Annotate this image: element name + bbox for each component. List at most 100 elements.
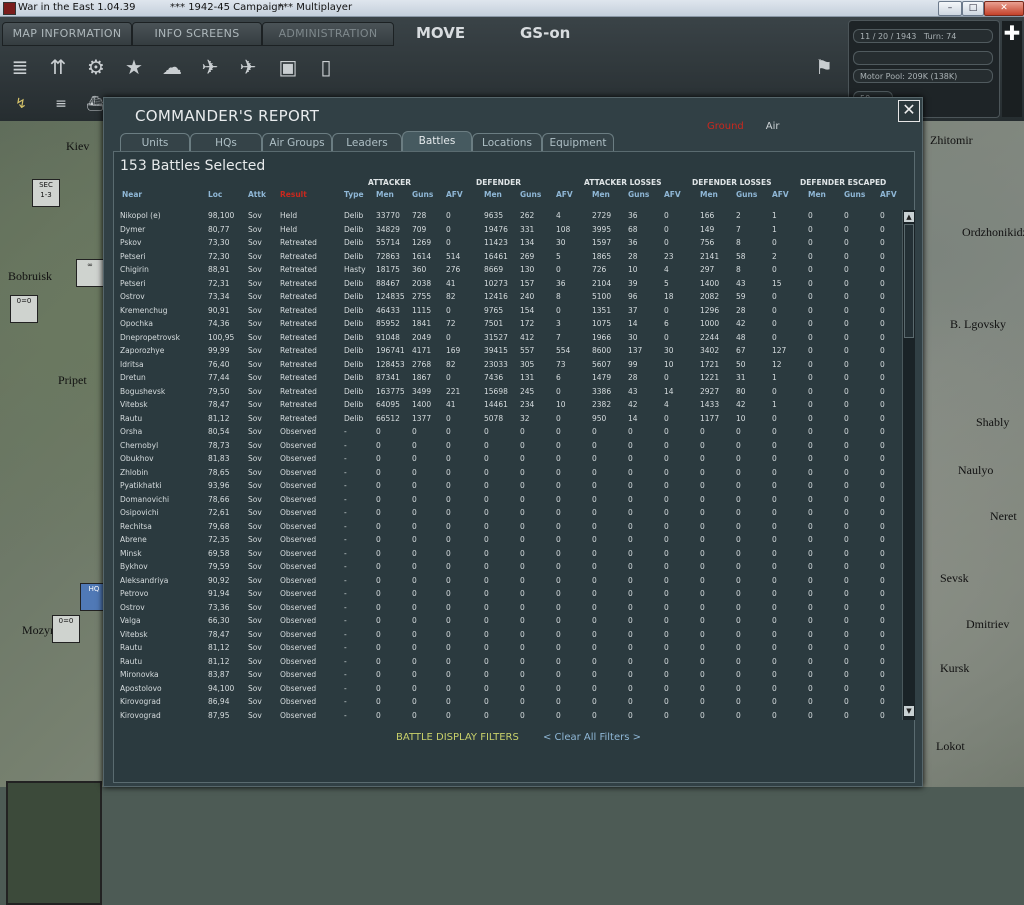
column-header-def-men[interactable]: Men <box>484 190 502 199</box>
table-row[interactable]: Rautu 81,12 Sov Retreated Delib 66512 1377 0 507… <box>114 412 904 426</box>
gear-icon[interactable]: ⚙ <box>80 51 112 83</box>
gs-toggle-button[interactable]: GS-on <box>520 22 570 44</box>
scroll-thumb[interactable] <box>904 224 914 338</box>
table-row[interactable]: Kirovograd 86,94 Sov Observed - 0 0 0 0 0 0 0 0 0 0 0 0 0… <box>114 695 904 709</box>
rail-icon[interactable]: ≡ <box>46 91 76 117</box>
column-header-defl-men[interactable]: Men <box>700 190 718 199</box>
cell-att-guns: 0 <box>412 481 417 490</box>
table-row[interactable]: Dretun 77,44 Sov Retreated Delib 87341 1867 0 74… <box>114 371 904 385</box>
table-row[interactable]: Obukhov 81,83 Sov Observed - 0 0 0 0 0 0 0 0 0 0 0 0 0 0 0 <box>114 452 904 466</box>
table-row[interactable]: Nikopol (e) 98,100 Sov Held Delib 33770 728 0 96… <box>114 209 904 223</box>
table-row[interactable]: Kremenchug 90,91 Sov Retreated Delib 46433 111… <box>114 304 904 318</box>
column-header-att-men[interactable]: Men <box>376 190 394 199</box>
air-missions-icon[interactable]: ✈ <box>194 51 226 83</box>
table-row[interactable]: Zaporozhye 99,99 Sov Retreated Delib 196741 41… <box>114 344 904 358</box>
column-header-def-guns[interactable]: Guns <box>520 190 541 199</box>
table-row[interactable]: Petseri 72,30 Sov Retreated Delib 72863 1614 51… <box>114 250 904 264</box>
column-header-attl-men[interactable]: Men <box>592 190 610 199</box>
maximize-button[interactable]: □ <box>962 1 984 16</box>
table-row[interactable]: Chernobyl 78,73 Sov Observed - 0 0 0 0 0 0 0 0 0 0 0 0 0 0… <box>114 439 904 453</box>
clear-all-filters-button[interactable]: < Clear All Filters > <box>543 732 641 743</box>
unit-moves-icon[interactable]: ⇈ <box>42 51 74 83</box>
table-row[interactable]: Orsha 80,54 Sov Observed - 0 0 0 0 0 0 0 0 0 0 0 0 0 0 0 <box>114 425 904 439</box>
column-header-att-afv[interactable]: AFV <box>446 190 463 199</box>
tab-units[interactable]: Units <box>120 133 190 152</box>
column-header-attl-guns[interactable]: Guns <box>628 190 649 199</box>
column-header-attk[interactable]: Attk <box>248 190 266 199</box>
air-transfer-icon[interactable]: ✈ <box>232 51 264 83</box>
table-row[interactable]: Apostolovo 94,100 Sov Observed - 0 0 0 0 0 0 0 0 0 0 0 0… <box>114 682 904 696</box>
table-row[interactable]: Osipovichi 72,61 Sov Observed - 0 0 0 0 0 0 0 0 0 0 0 0 0… <box>114 506 904 520</box>
table-row[interactable]: Ostrov 73,34 Sov Retreated Delib 124835 2755 82… <box>114 290 904 304</box>
column-header-loc[interactable]: Loc <box>208 190 222 199</box>
column-header-near[interactable]: Near <box>122 190 142 199</box>
table-row[interactable]: Minsk 69,58 Sov Observed - 0 0 0 0 0 0 0 0 0 0 0 0 0 0 0 <box>114 547 904 561</box>
tab-locations[interactable]: Locations <box>472 133 542 152</box>
flag-icon[interactable]: ⚑ <box>808 51 840 83</box>
tab-hqs[interactable]: HQs <box>190 133 262 152</box>
tab-info-screens[interactable]: INFO SCREENS <box>132 22 262 46</box>
close-dialog-button[interactable]: ✕ <box>898 100 920 122</box>
weather-icon[interactable]: ☁ <box>156 51 188 83</box>
table-row[interactable]: Dnepropetrovsk 100,95 Sov Retreated Delib 910… <box>114 331 904 345</box>
tab-air-groups[interactable]: Air Groups <box>262 133 332 152</box>
table-row[interactable]: Dymer 80,77 Sov Held Delib 34829 709 0 19476 331 1… <box>114 223 904 237</box>
scroll-up-button[interactable]: ▲ <box>904 212 914 222</box>
minimize-button[interactable]: – <box>938 1 962 16</box>
tab-leaders[interactable]: Leaders <box>332 133 402 152</box>
tab-battles[interactable]: Battles <box>402 131 472 152</box>
table-row[interactable]: Petrovo 91,94 Sov Observed - 0 0 0 0 0 0 0 0 0 0 0 0 0 0 0 <box>114 587 904 601</box>
move-phase-button[interactable]: MOVE <box>416 22 465 44</box>
column-header-type[interactable]: Type <box>344 190 364 199</box>
column-header-result[interactable]: Result <box>280 190 307 199</box>
path-icon[interactable]: ↯ <box>6 91 36 117</box>
battle-display-filters-button[interactable]: BATTLE DISPLAY FILTERS <box>396 732 519 743</box>
table-row[interactable]: Pskov 73,30 Sov Retreated Delib 55714 1269 0 114… <box>114 236 904 250</box>
table-row[interactable]: Ostrov 73,36 Sov Observed - 0 0 0 0 0 0 0 0 0 0 0 0 0 0 0 <box>114 601 904 615</box>
column-header-att-guns[interactable]: Guns <box>412 190 433 199</box>
tab-equipment[interactable]: Equipment <box>542 133 614 152</box>
map-unit-counter[interactable]: SEC 1-3 <box>32 179 60 207</box>
table-row[interactable]: Vitebsk 78,47 Sov Retreated Delib 64095 1400 41… <box>114 398 904 412</box>
table-row[interactable]: Rechitsa 79,68 Sov Observed - 0 0 0 0 0 0 0 0 0 0 0 0 0 0 0 <box>114 520 904 534</box>
table-row[interactable]: Rautu 81,12 Sov Observed - 0 0 0 0 0 0 0 0 0 0 0 0 0 0 0 <box>114 641 904 655</box>
map-unit-counter[interactable]: 0=0 <box>52 615 80 643</box>
table-row[interactable]: Aleksandriya 90,92 Sov Observed - 0 0 0 0 0 0 0 0 0 0 0… <box>114 574 904 588</box>
tab-administration[interactable]: ADMINISTRATION <box>262 22 394 46</box>
air-link[interactable]: Air <box>766 121 780 132</box>
map-unit-counter[interactable]: ∞ <box>76 259 104 287</box>
column-header-defl-guns[interactable]: Guns <box>736 190 757 199</box>
close-window-button[interactable]: ✕ <box>984 1 1024 16</box>
save-disk-icon[interactable]: ▣ <box>272 51 304 83</box>
ground-link[interactable]: Ground <box>707 121 744 132</box>
table-row[interactable]: Abrene 72,35 Sov Observed - 0 0 0 0 0 0 0 0 0 0 0 0 0 0 0 <box>114 533 904 547</box>
map-unit-counter[interactable]: 0=0 <box>10 295 38 323</box>
table-scrollbar[interactable]: ▲ ▼ <box>902 210 915 720</box>
table-row[interactable]: Mironovka 83,87 Sov Observed - 0 0 0 0 0 0 0 0 0 0 0 0 0 0… <box>114 668 904 682</box>
tab-map-information[interactable]: MAP INFORMATION <box>2 22 132 46</box>
column-header-attl-afv[interactable]: AFV <box>664 190 681 199</box>
column-header-dese-men[interactable]: Men <box>808 190 826 199</box>
column-header-dese-afv[interactable]: AFV <box>880 190 897 199</box>
scroll-down-button[interactable]: ▼ <box>904 706 914 716</box>
table-row[interactable]: Bykhov 79,59 Sov Observed - 0 0 0 0 0 0 0 0 0 0 0 0 0 0 0 <box>114 560 904 574</box>
table-row[interactable]: Pyatikhatki 93,96 Sov Observed - 0 0 0 0 0 0 0 0 0 0 0 0… <box>114 479 904 493</box>
table-row[interactable]: Zhlobin 78,65 Sov Observed - 0 0 0 0 0 0 0 0 0 0 0 0 0 0 0 <box>114 466 904 480</box>
table-row[interactable]: Valga 66,30 Sov Observed - 0 0 0 0 0 0 0 0 0 0 0 0 0 0 0 <box>114 614 904 628</box>
table-row[interactable]: Chigirin 88,91 Sov Retreated Hasty 18175 360 27… <box>114 263 904 277</box>
table-row[interactable]: Bogushevsk 79,50 Sov Retreated Delib 163775 34… <box>114 385 904 399</box>
star-icon[interactable]: ★ <box>118 51 150 83</box>
table-row[interactable]: Domanovichi 78,66 Sov Observed - 0 0 0 0 0 0 0 0 0 0 0 0… <box>114 493 904 507</box>
table-row[interactable]: Opochka 74,36 Sov Retreated Delib 85952 1841 72… <box>114 317 904 331</box>
column-header-defl-afv[interactable]: AFV <box>772 190 789 199</box>
minimap[interactable] <box>6 781 102 905</box>
column-header-def-afv[interactable]: AFV <box>556 190 573 199</box>
stack-icon[interactable]: ≣ <box>4 51 36 83</box>
table-row[interactable]: Vitebsk 78,47 Sov Observed - 0 0 0 0 0 0 0 0 0 0 0 0 0 0 0 <box>114 628 904 642</box>
table-row[interactable]: Kirovograd 87,95 Sov Observed - 0 0 0 0 0 0 0 0 0 0 0 0 0… <box>114 709 904 723</box>
table-row[interactable]: Rautu 81,12 Sov Observed - 0 0 0 0 0 0 0 0 0 0 0 0 0 0 0 <box>114 655 904 669</box>
table-row[interactable]: Petseri 72,31 Sov Retreated Delib 88467 2038 41… <box>114 277 904 291</box>
document-icon[interactable]: ▯ <box>310 51 342 83</box>
table-row[interactable]: Idritsa 76,40 Sov Retreated Delib 128453 2768 8… <box>114 358 904 372</box>
column-header-dese-guns[interactable]: Guns <box>844 190 865 199</box>
